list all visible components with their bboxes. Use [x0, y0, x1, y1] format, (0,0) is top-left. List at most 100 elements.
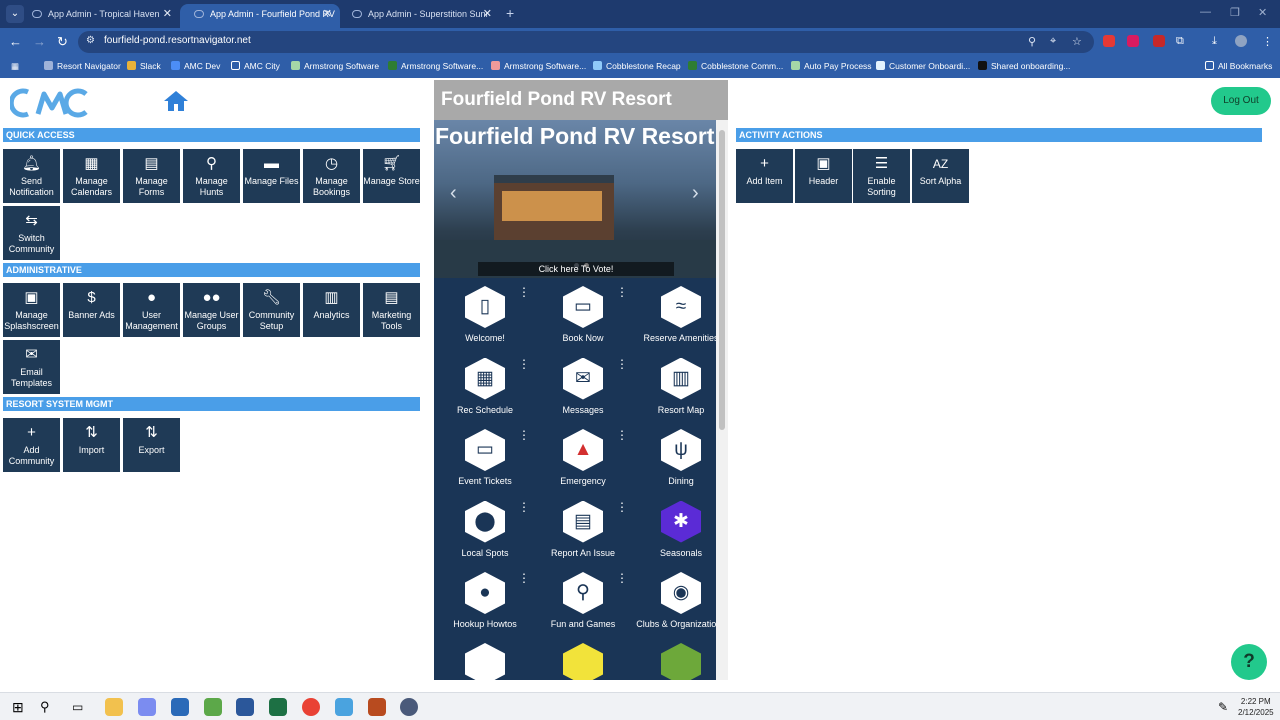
import-button[interactable]: ⇅ Import — [63, 418, 120, 472]
sort-alpha-button[interactable]: AZ Sort Alpha — [912, 149, 969, 203]
task-view-icon[interactable]: ▭ — [72, 698, 90, 716]
preview-tile[interactable]: ≈Reserve Amenities⋮ — [632, 282, 728, 352]
bookmark[interactable]: Armstrong Software — [291, 61, 379, 71]
kebab-menu-icon[interactable]: ⋮ — [518, 428, 530, 442]
preview-tile[interactable]: ▭ Book Now ⋮ — [534, 282, 632, 352]
app-icon[interactable] — [335, 698, 353, 716]
browser-tab[interactable]: App Admin - Superstition Sunr ✕ — [338, 4, 500, 28]
help-button[interactable]: ? — [1231, 644, 1267, 680]
page-scrollbar[interactable] — [1268, 124, 1280, 680]
send-notification-button[interactable]: 🔔︎ Send Notification — [3, 149, 60, 203]
header-button[interactable]: ▣ Header — [795, 149, 852, 203]
enable-sorting-button[interactable]: ☰ Enable Sorting — [853, 149, 910, 203]
close-window-icon[interactable]: ✕ — [1258, 6, 1267, 19]
preview-tile[interactable]: ▤ Report An Issue ⋮ — [534, 497, 632, 567]
app-icon[interactable] — [204, 698, 222, 716]
preview-tile[interactable]: ◉Clubs & Organizations⋮ — [632, 568, 728, 638]
add-community-button[interactable]: + Add Community — [3, 418, 60, 472]
extension-icon[interactable] — [1153, 35, 1165, 47]
preview-tile[interactable]: ▥Resort Map⋮ — [632, 354, 728, 424]
bookmark[interactable]: Customer Onboardi... — [876, 61, 970, 71]
word-icon[interactable] — [236, 698, 254, 716]
switch-community-button[interactable]: ⇆ Switch Community — [3, 206, 60, 260]
bookmark[interactable]: AMC Dev — [171, 61, 220, 71]
kebab-menu-icon[interactable]: ⋮ — [518, 500, 530, 514]
bookmark[interactable]: Auto Pay Process — [791, 61, 872, 71]
kebab-menu-icon[interactable]: ⋮ — [616, 571, 628, 585]
preview-tile[interactable]: ▯ Welcome! ⋮ — [436, 282, 534, 352]
pen-icon[interactable]: ✎ — [1218, 698, 1236, 716]
site-info-icon[interactable]: ⚙ — [86, 35, 95, 46]
kebab-menu-icon[interactable]: ⋮ — [518, 357, 530, 371]
preview-tile[interactable]: ⚲ Fun and Games ⋮ — [534, 568, 632, 638]
bookmark-star-icon[interactable]: ☆ — [1072, 35, 1082, 48]
preview-scrollbar[interactable] — [716, 120, 728, 680]
user-management-button[interactable]: ● User Management — [123, 283, 180, 337]
preview-tile[interactable]: ✉ Messages ⋮ — [534, 354, 632, 424]
kebab-menu-icon[interactable]: ⋮ — [518, 285, 530, 299]
back-icon[interactable]: ← — [9, 34, 22, 49]
preview-tile[interactable]: ▦ Rec Schedule ⋮ — [436, 354, 534, 424]
logout-button[interactable]: Log Out — [1211, 87, 1271, 115]
manage-store-button[interactable]: 🛒︎ Manage Store — [363, 149, 420, 203]
browser-tab[interactable]: App Admin - Tropical Haven ✕ — [18, 4, 180, 28]
extension-icon[interactable] — [1127, 35, 1139, 47]
menu-kebab-icon[interactable]: ⋮ — [1262, 35, 1273, 48]
windows-start-icon[interactable]: ⊞ — [12, 698, 30, 716]
preview-tile[interactable]: ✱Seasonals⋮ — [632, 497, 728, 567]
url-field[interactable]: ⚙ fourfield-pond.resortnavigator.net ⚲ ⌖… — [78, 31, 1094, 53]
bookmark[interactable]: Cobblestone Recap — [593, 61, 681, 71]
email-templates-button[interactable]: ✉ Email Templates — [3, 340, 60, 394]
preview-banner[interactable]: Fourfield Pond RV Resort ‹ › Click here … — [434, 120, 717, 278]
vote-link[interactable]: Click here To Vote! — [478, 262, 674, 276]
extensions-puzzle-icon[interactable]: ⧉ — [1176, 35, 1184, 48]
all-bookmarks[interactable]: All Bookmarks — [1205, 61, 1272, 71]
preview-tile[interactable] — [534, 639, 632, 680]
close-tab-icon[interactable]: ✕ — [483, 4, 492, 24]
preview-tile[interactable]: ● Hookup Howtos ⋮ — [436, 568, 534, 638]
reload-icon[interactable]: ↻ — [57, 34, 68, 50]
apps-grid-icon[interactable]: ▦ — [11, 61, 19, 72]
banner-ads-button[interactable]: $ Banner Ads — [63, 283, 120, 337]
kebab-menu-icon[interactable]: ⋮ — [616, 500, 628, 514]
kebab-menu-icon[interactable]: ⋮ — [616, 285, 628, 299]
kebab-menu-icon[interactable]: ⋮ — [518, 571, 530, 585]
manage-bookings-button[interactable]: ◷ Manage Bookings — [303, 149, 360, 203]
bookmark[interactable]: Armstrong Software... — [388, 61, 483, 71]
new-tab-icon[interactable]: + — [506, 5, 514, 21]
analytics-button[interactable]: ▥ Analytics — [303, 283, 360, 337]
location-icon[interactable]: ⌖ — [1050, 35, 1056, 48]
community-setup-button[interactable]: 🔧︎ Community Setup — [243, 283, 300, 337]
carousel-next-icon[interactable]: › — [692, 182, 699, 205]
add-item-button[interactable]: + Add Item — [736, 149, 793, 203]
store-icon[interactable] — [171, 698, 189, 716]
preview-tile[interactable] — [436, 639, 534, 680]
kebab-menu-icon[interactable]: ⋮ — [616, 428, 628, 442]
bookmark[interactable]: Shared onboarding... — [978, 61, 1070, 71]
bookmark[interactable]: Resort Navigator — [44, 61, 121, 71]
minimize-icon[interactable]: — — [1200, 6, 1211, 18]
app-icon[interactable] — [368, 698, 386, 716]
manage-user-groups-button[interactable]: ●● Manage User Groups — [183, 283, 240, 337]
bookmark[interactable]: Cobblestone Comm... — [688, 61, 783, 71]
preview-tile[interactable]: ⬤ Local Spots ⋮ — [436, 497, 534, 567]
preview-tile[interactable]: ψDining⋮ — [632, 425, 728, 495]
manage-files-button[interactable]: ▬ Manage Files — [243, 149, 300, 203]
preview-tile[interactable] — [632, 639, 728, 680]
manage-forms-button[interactable]: ▤ Manage Forms — [123, 149, 180, 203]
download-icon[interactable]: ⤓ — [1212, 35, 1217, 48]
restore-icon[interactable]: ❐ — [1230, 6, 1240, 19]
excel-icon[interactable] — [269, 698, 287, 716]
bookmark[interactable]: Slack — [127, 61, 161, 71]
zoom-icon[interactable]: ⚲ — [1028, 35, 1036, 48]
preview-tile[interactable]: ▭ Event Tickets ⋮ — [436, 425, 534, 495]
bookmark[interactable]: Armstrong Software... — [491, 61, 586, 71]
manage-splashscreen-button[interactable]: ▣ Manage Splashscreen — [3, 283, 60, 337]
bookmark[interactable]: AMC City — [231, 61, 280, 71]
kebab-menu-icon[interactable]: ⋮ — [616, 357, 628, 371]
preview-tile[interactable]: ▲ Emergency ⋮ — [534, 425, 632, 495]
browser-tab-active[interactable]: App Admin - Fourfield Pond RV ✕ — [180, 4, 340, 28]
profile-avatar[interactable] — [1235, 35, 1247, 47]
clock[interactable]: 2:22 PM 2/12/2025 — [1238, 696, 1274, 718]
file-explorer-icon[interactable] — [105, 698, 123, 716]
